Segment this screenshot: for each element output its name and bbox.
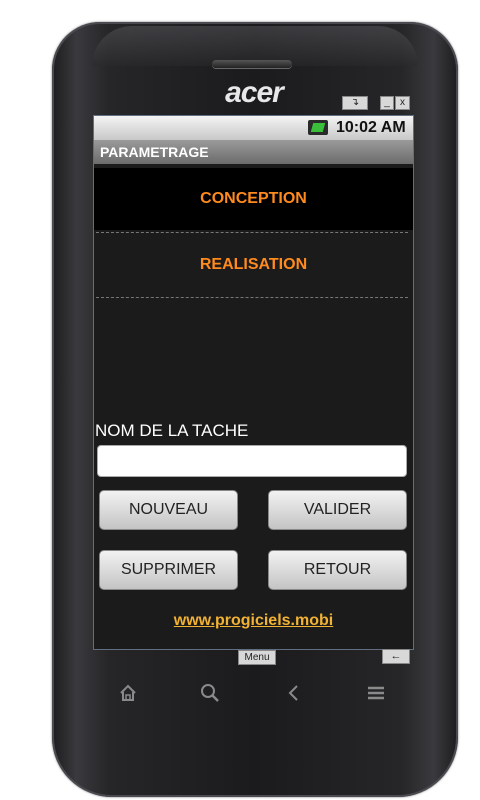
status-time: 10:02 AM [336, 119, 406, 136]
search-icon[interactable] [195, 678, 225, 708]
device-screen: 10:02 AM PARAMETRAGE CONCEPTION REALISAT… [93, 115, 414, 650]
rotate-button[interactable]: ↴ [342, 96, 368, 110]
task-name-label: NOM DE LA TACHE [95, 421, 249, 440]
nouveau-button[interactable]: NOUVEAU [99, 490, 238, 530]
supprimer-button[interactable]: SUPPRIMER [99, 550, 238, 590]
list-item-label: REALISATION [199, 256, 308, 273]
brand-logo: acer [225, 76, 284, 109]
page-title: PARAMETRAGE [100, 144, 209, 160]
list-item-realisation[interactable]: REALISATION [94, 234, 413, 296]
website-link[interactable]: www.progiciels.mobi [94, 612, 413, 630]
status-bar: 10:02 AM [94, 116, 413, 140]
menu-icon[interactable] [361, 678, 391, 708]
close-button[interactable]: x [395, 96, 410, 110]
list-item-label: CONCEPTION [200, 190, 307, 207]
minimize-button[interactable]: _ [380, 96, 394, 110]
valider-button[interactable]: VALIDER [268, 490, 407, 530]
battery-icon [308, 120, 328, 135]
app-titlebar: PARAMETRAGE [94, 140, 413, 164]
list-divider [96, 232, 408, 233]
retour-button[interactable]: RETOUR [268, 550, 407, 590]
home-icon[interactable] [113, 678, 143, 708]
speaker-grill [212, 60, 292, 68]
emulator-back-button[interactable]: ← [382, 649, 410, 664]
back-icon[interactable] [279, 678, 309, 708]
task-name-input[interactable] [97, 445, 407, 477]
emulator-menu-button[interactable]: Menu [238, 650, 276, 665]
list-item-conception[interactable]: CONCEPTION [94, 168, 413, 230]
list-divider [96, 297, 408, 298]
